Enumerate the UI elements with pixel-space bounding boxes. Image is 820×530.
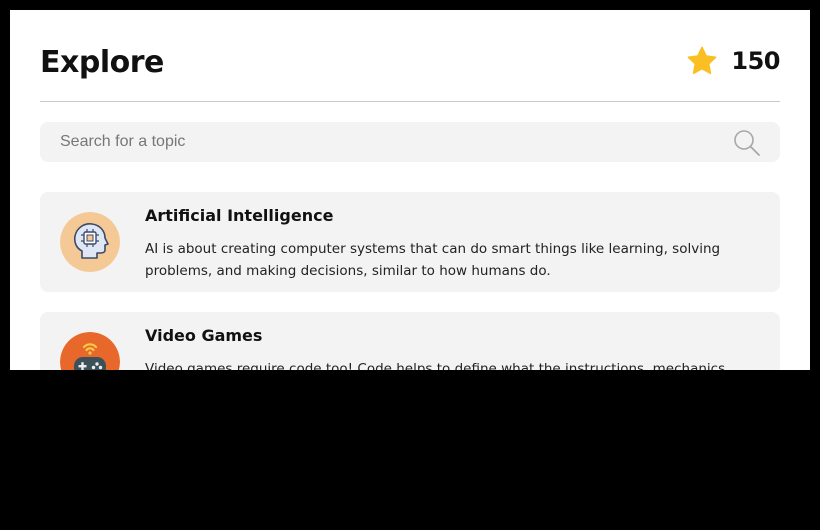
topic-description: Video games require code too! Code helps… [145, 361, 726, 370]
search-icon[interactable] [732, 128, 762, 158]
page-title: Explore [40, 45, 164, 80]
topic-description: AI is about creating computer systems th… [145, 241, 721, 279]
topic-title: Video Games [145, 326, 263, 345]
header: Explore 150 [40, 10, 780, 102]
explore-panel: Explore 150 Artifici [10, 10, 810, 370]
points-value: 150 [731, 47, 780, 75]
topic-title: Artificial Intelligence [145, 206, 334, 225]
search-bar [40, 122, 780, 162]
search-input[interactable] [40, 122, 720, 162]
star-icon [687, 46, 717, 75]
points-counter: 150 [685, 45, 780, 77]
game-controller-icon [60, 332, 120, 370]
topic-card-video-games[interactable]: Video Games Video games require code too… [40, 312, 780, 370]
ai-brain-icon [60, 212, 120, 272]
topic-card-artificial-intelligence[interactable]: Artificial Intelligence AI is about crea… [40, 192, 780, 292]
